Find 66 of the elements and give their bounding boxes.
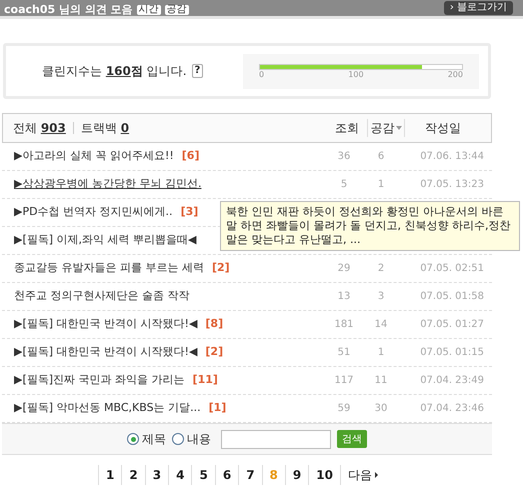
page-link[interactable]: 6 [214,465,238,485]
like-count: 2 [376,262,386,276]
caret-down-icon [396,126,402,130]
like-count: 30 [374,402,388,416]
total-count: 전체 903 [13,120,66,137]
like-count: 1 [376,178,386,192]
post-title-link[interactable]: ▶상상광우병에 농간당한 무뇌 김민선. [14,176,202,193]
post-preview-tooltip: 북한 인민 재판 하듯이 정선희와 황정민 아나운서의 바른말 하면 좌빨들이 몰려가 돌 던지고, 친북성향 하리수,정찬말은 맞는다고 유난떨고, ... [220,201,520,251]
post-title-link[interactable]: ▶[필독] 이제,좌익 세력 뿌리뽑을때◀ [14,232,196,249]
post-date: 07.05. 02:51 [419,262,484,276]
post-date: 07.04. 23:49 [419,374,484,388]
page-title: coach05 님의 의견 모음 [4,4,133,15]
caret-right-icon [374,472,378,478]
column-header[interactable]: 조회 [327,119,367,137]
page-link[interactable]: 2 [121,465,145,485]
view-count: 36 [336,150,352,164]
page-link[interactable]: 3 [144,465,168,485]
next-page-link[interactable]: 다음 [340,465,385,485]
gauge-tick-label: 0 [259,70,264,78]
help-button[interactable]: ? [192,64,204,78]
radio-label[interactable]: 내용 [187,430,211,448]
gauge-tick-label: 200 [448,70,463,78]
post-date: 07.04. 23:46 [419,402,484,416]
view-count: 181 [333,318,355,332]
view-count: 117 [333,374,355,388]
page-link[interactable]: 1 [98,465,122,485]
view-count: 59 [336,402,352,416]
post-title-link[interactable]: ▶[필독] 대한민국 반격이 시작됐다!◀ [14,344,198,361]
post-date: 07.06. 13:44 [419,150,484,164]
column-header[interactable]: 공감 [367,119,405,137]
column-header: 작성일 [424,120,462,137]
post-date: 07.05. 13:23 [419,178,484,192]
post-date: 07.05. 01:58 [419,290,484,304]
like-count: 11 [374,374,388,388]
view-count: 29 [336,262,352,276]
gauge-tick-label: 100 [348,70,364,78]
like-count: 3 [376,290,386,304]
post-title-link[interactable]: ▶아고라의 실체 꼭 읽어주세요!! [14,148,174,165]
page-link[interactable]: 5 [191,465,215,485]
post-date: 07.05. 01:27 [419,318,484,332]
post-title-link[interactable]: ▶[필독]진짜 국민과 좌익을 가리는 [14,372,185,389]
sort-tag[interactable]: 공감 [164,4,189,14]
view-count: 13 [336,290,352,304]
post-title-link[interactable]: 종교갈등 유발자들은 피를 부르는 세력 [14,260,204,277]
view-count: 5 [340,178,348,192]
post-title-link[interactable]: ▶[필독] 악마선동 MBC,KBS는 기달... [14,400,201,417]
blog-link-button[interactable]: › 블로그가기 [444,1,513,15]
page-link[interactable]: 9 [284,465,308,485]
clean-index-text: 클린지수는 160점 입니다. [42,63,187,80]
radio-button[interactable] [172,433,184,445]
sort-tag[interactable]: 시간 [136,4,161,14]
post-title-link[interactable]: ▶[필독] 대한민국 반격이 시작됐다!◀ [14,316,198,333]
search-field[interactable] [221,430,331,448]
post-date: 07.05. 01:15 [419,346,484,360]
post-title-link[interactable]: 천주교 정의구현사제단은 술좀 작작 [14,288,190,305]
view-count: 51 [336,346,352,360]
page-link[interactable]: 7 [238,465,262,485]
like-count: 14 [374,318,388,332]
page-link[interactable]: 4 [168,465,192,485]
radio-label[interactable]: 제목 [142,430,166,448]
like-count: 1 [376,346,386,360]
trackback-count: 트랙백 0 [80,120,130,137]
radio-button[interactable] [127,433,139,445]
like-count: 6 [376,150,386,164]
post-title-link[interactable]: ▶PD수첩 번역자 정지민씨에게.. [14,204,173,221]
page-link[interactable]: 10 [308,465,340,485]
